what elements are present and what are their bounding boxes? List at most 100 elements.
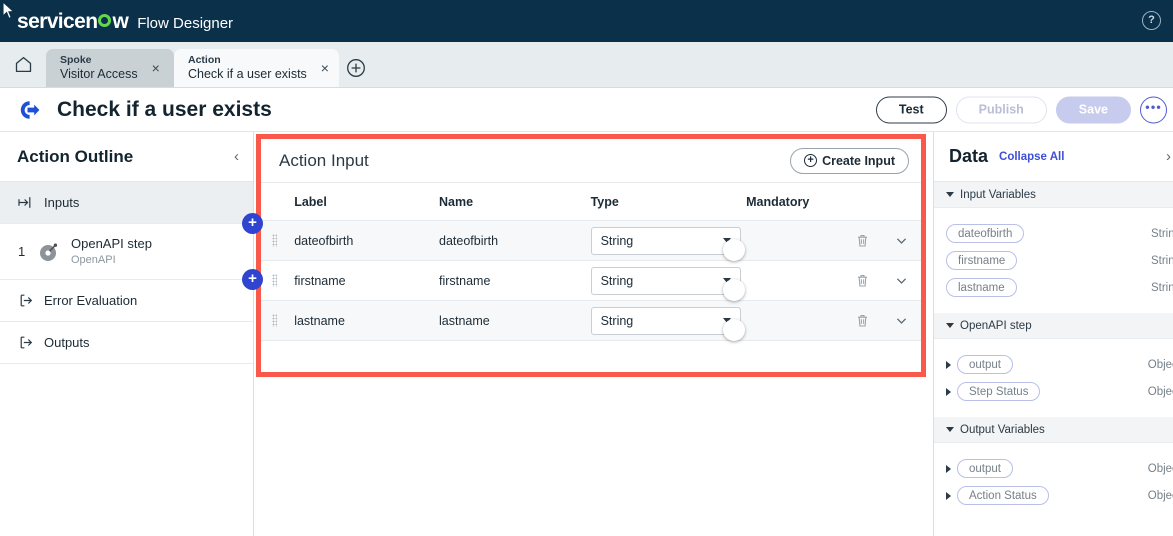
logo-green-o-icon bbox=[98, 13, 112, 27]
delete-icon[interactable] bbox=[855, 313, 870, 328]
data-group-output-variables[interactable]: Output Variables bbox=[934, 417, 1173, 443]
row-name: firstname bbox=[439, 273, 491, 288]
mouse-cursor-icon bbox=[2, 1, 15, 20]
openapi-icon bbox=[40, 243, 58, 261]
step-name: OpenAPI step bbox=[71, 235, 152, 251]
table-row[interactable]: firstname firstname String bbox=[261, 261, 921, 301]
sidebar-item-label: Inputs bbox=[44, 195, 80, 210]
more-options-button[interactable]: ••• bbox=[1140, 96, 1167, 123]
chevron-down-icon[interactable] bbox=[894, 233, 909, 248]
tab-kind: Action bbox=[188, 54, 221, 67]
home-button[interactable] bbox=[0, 41, 46, 87]
variable-type: Object bbox=[1147, 385, 1173, 398]
data-panel-expand-icon[interactable]: › bbox=[1166, 148, 1171, 165]
drag-handle-icon[interactable] bbox=[272, 314, 278, 327]
sidebar-collapse-icon[interactable]: ‹ bbox=[234, 148, 239, 165]
type-select-value: String bbox=[600, 313, 634, 328]
test-button[interactable]: Test bbox=[875, 96, 947, 123]
tab-title: Visitor Access bbox=[60, 66, 138, 81]
collapse-all-link[interactable]: Collapse All bbox=[999, 151, 1064, 163]
tab-spoke-visitor-access[interactable]: Spoke Visitor Access × bbox=[46, 49, 174, 87]
table-row[interactable]: dateofbirth dateofbirth String bbox=[261, 221, 921, 261]
type-select[interactable]: String bbox=[590, 266, 741, 295]
delete-icon[interactable] bbox=[855, 273, 870, 288]
page-title-bar: Check if a user exists Test Publish Save… bbox=[0, 88, 1173, 132]
sidebar-item-openapi-step[interactable]: 1 OpenAPI step OpenAPI + bbox=[0, 224, 263, 290]
type-select[interactable]: String bbox=[590, 226, 741, 255]
sidebar-item-label: Outputs bbox=[44, 335, 90, 350]
action-input-area: Action Input + Create Input Label Name T… bbox=[254, 132, 933, 536]
brand[interactable]: servicen w Flow Designer bbox=[17, 11, 233, 32]
drag-handle-icon[interactable] bbox=[272, 274, 278, 287]
sidebar-header: Action Outline ‹ bbox=[0, 132, 253, 182]
sidebar-item-inputs[interactable]: Inputs + bbox=[0, 182, 263, 234]
data-variable-row[interactable]: dateofbirth String bbox=[934, 220, 1173, 247]
triangle-down-icon bbox=[946, 427, 954, 432]
variable-pill[interactable]: lastname bbox=[946, 278, 1017, 297]
page-title: Check if a user exists bbox=[57, 97, 272, 121]
chevron-down-icon[interactable] bbox=[894, 273, 909, 288]
add-step-button-after-openapi[interactable]: + bbox=[242, 269, 263, 290]
variable-type: String bbox=[1150, 281, 1173, 294]
triangle-down-icon bbox=[946, 192, 954, 197]
tab-kind: Spoke bbox=[60, 54, 92, 67]
delete-icon[interactable] bbox=[855, 233, 870, 248]
data-variable-row[interactable]: output Object bbox=[934, 455, 1173, 482]
variable-pill[interactable]: output bbox=[957, 459, 1013, 478]
data-panel-title: Data bbox=[949, 146, 989, 166]
data-variable-row[interactable]: lastname String bbox=[934, 274, 1173, 301]
app-name: Flow Designer bbox=[137, 14, 234, 32]
exit-arrow-icon bbox=[20, 336, 33, 349]
create-input-button[interactable]: + Create Input bbox=[790, 147, 909, 174]
triangle-right-icon[interactable] bbox=[946, 464, 951, 473]
data-group-label: Input Variables bbox=[960, 188, 1036, 201]
page-actions: Test Publish Save ••• bbox=[875, 96, 1167, 123]
data-variable-row[interactable]: firstname String bbox=[934, 247, 1173, 274]
data-variable-row[interactable]: Step Status Object bbox=[934, 378, 1173, 405]
data-variable-row[interactable]: output Object bbox=[934, 351, 1173, 378]
tab-close-icon[interactable]: × bbox=[152, 61, 160, 75]
variable-pill[interactable]: Step Status bbox=[957, 382, 1041, 401]
data-variable-row[interactable]: Action Status Object bbox=[934, 482, 1173, 509]
variable-pill[interactable]: dateofbirth bbox=[946, 224, 1025, 243]
data-group-input-variables[interactable]: Input Variables bbox=[934, 182, 1173, 208]
add-step-button-after-inputs[interactable]: + bbox=[242, 213, 263, 234]
column-header-name: Name bbox=[439, 194, 474, 209]
tab-close-icon[interactable]: × bbox=[321, 61, 329, 75]
table-row[interactable]: lastname lastname String bbox=[261, 301, 921, 341]
variable-type: Object bbox=[1147, 462, 1173, 475]
triangle-right-icon[interactable] bbox=[946, 360, 951, 369]
sidebar-item-label: Error Evaluation bbox=[44, 293, 138, 308]
sidebar-item-outputs[interactable]: Outputs bbox=[0, 322, 253, 364]
row-label: firstname bbox=[294, 273, 346, 288]
variable-pill[interactable]: firstname bbox=[946, 251, 1018, 270]
new-tab-button[interactable] bbox=[339, 49, 373, 87]
exit-arrow-icon bbox=[20, 294, 33, 307]
logo-text-pre: servicen bbox=[17, 9, 98, 33]
tab-strip: Spoke Visitor Access × Action Check if a… bbox=[0, 42, 1173, 88]
chevron-down-icon[interactable] bbox=[894, 313, 909, 328]
publish-button[interactable]: Publish bbox=[955, 96, 1047, 123]
drag-handle-icon[interactable] bbox=[272, 234, 278, 247]
tab-title: Check if a user exists bbox=[188, 66, 307, 81]
row-label: lastname bbox=[294, 313, 345, 328]
row-name: dateofbirth bbox=[439, 233, 499, 248]
data-group-openapi-step[interactable]: OpenAPI step bbox=[934, 313, 1173, 339]
type-select-value: String bbox=[600, 233, 634, 248]
variable-pill[interactable]: Action Status bbox=[957, 486, 1049, 505]
type-select[interactable]: String bbox=[590, 306, 741, 335]
home-icon bbox=[15, 56, 31, 72]
triangle-right-icon[interactable] bbox=[946, 491, 951, 500]
tab-action-check-if-a-user-exists[interactable]: Action Check if a user exists × bbox=[174, 49, 339, 87]
sidebar-item-error-evaluation[interactable]: Error Evaluation bbox=[0, 280, 253, 322]
help-icon[interactable]: ? bbox=[1142, 11, 1161, 30]
triangle-down-icon bbox=[946, 323, 954, 328]
triangle-right-icon[interactable] bbox=[946, 387, 951, 396]
save-button[interactable]: Save bbox=[1055, 96, 1131, 123]
data-panel-header: Data Collapse All › bbox=[934, 132, 1173, 182]
variable-type: String bbox=[1150, 254, 1173, 267]
enter-arrow-icon bbox=[18, 197, 31, 208]
data-panel: Data Collapse All › Input Variables date… bbox=[933, 132, 1173, 536]
action-input-header: Action Input + Create Input bbox=[261, 139, 921, 183]
variable-pill[interactable]: output bbox=[957, 355, 1013, 374]
